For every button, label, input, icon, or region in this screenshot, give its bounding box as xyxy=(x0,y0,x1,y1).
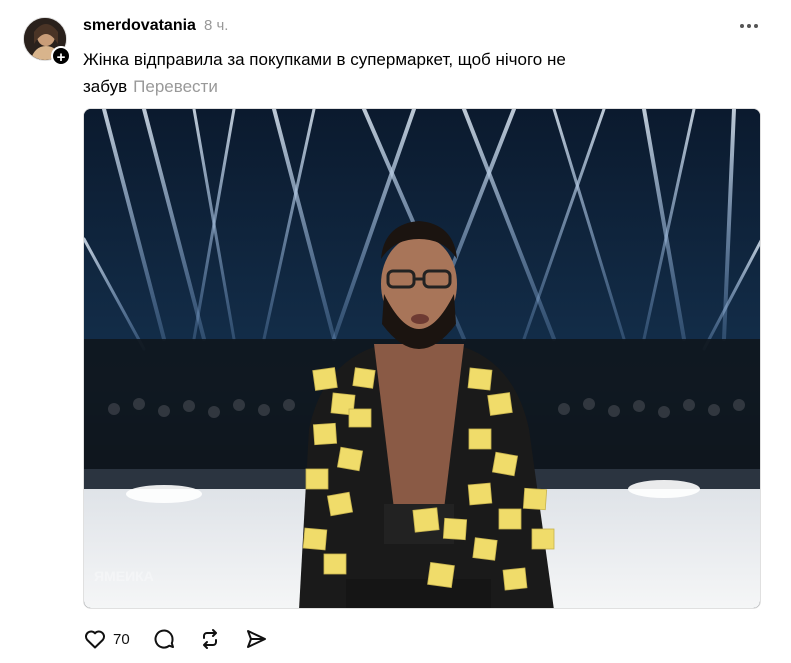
repost-button[interactable] xyxy=(198,627,222,651)
avatar-container[interactable]: + xyxy=(23,17,71,66)
repost-icon xyxy=(202,629,217,649)
translate-link[interactable]: Перевести xyxy=(133,77,218,96)
timestamp: 8 ч. xyxy=(203,17,229,34)
share-icon xyxy=(246,630,266,648)
post-header: smerdovatania 8 ч. xyxy=(83,17,228,35)
post-media[interactable]: ЯМЕИКА xyxy=(83,108,761,609)
comment-icon xyxy=(154,629,174,649)
post-card: + smerdovatania 8 ч. Жінка відправила за… xyxy=(0,0,791,663)
more-button[interactable] xyxy=(737,14,761,38)
heart-icon xyxy=(85,630,105,649)
action-bar: 70 xyxy=(83,627,290,651)
like-count: 70 xyxy=(113,630,130,648)
media-watermark: ЯМЕИКА xyxy=(94,568,154,584)
add-follow-icon[interactable]: + xyxy=(51,46,71,66)
username[interactable]: smerdovatania xyxy=(83,17,196,35)
media-image: ЯМЕИКА xyxy=(84,109,760,608)
like-button[interactable]: 70 xyxy=(83,627,130,651)
comment-button[interactable] xyxy=(152,627,176,651)
post-caption: Жінка відправила за покупками в супермар… xyxy=(83,46,703,100)
share-button[interactable] xyxy=(244,627,268,651)
more-icon xyxy=(740,24,758,28)
